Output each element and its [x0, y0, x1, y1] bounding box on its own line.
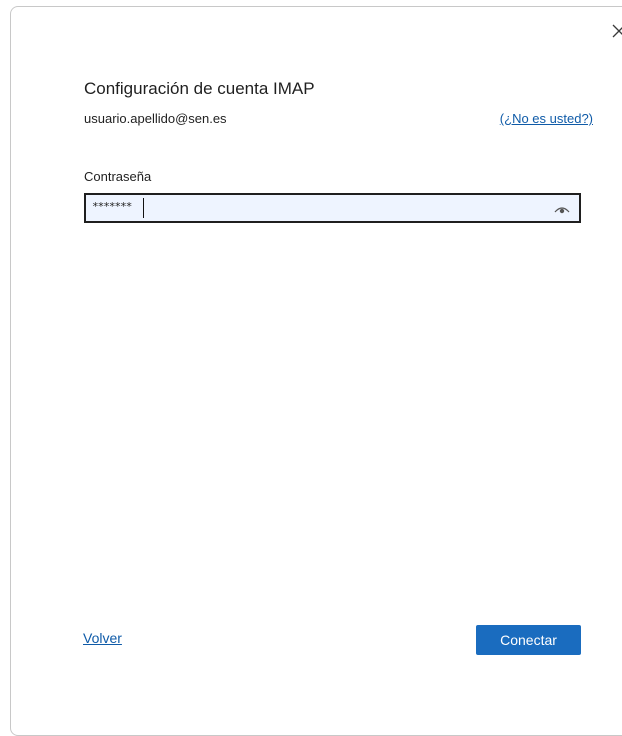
- back-link[interactable]: Volver: [83, 630, 122, 646]
- text-caret: [143, 198, 144, 218]
- password-label: Contraseña: [84, 169, 152, 184]
- not-you-link[interactable]: (¿No es usted?): [500, 111, 593, 126]
- password-field[interactable]: *******: [84, 193, 581, 223]
- reveal-password-button[interactable]: [553, 202, 571, 216]
- dialog-title: Configuración de cuenta IMAP: [84, 79, 315, 98]
- close-button[interactable]: [607, 19, 622, 43]
- eye-icon: [554, 207, 570, 214]
- connect-button[interactable]: Conectar: [476, 625, 581, 655]
- close-icon: [612, 24, 622, 38]
- account-email: usuario.apellido@sen.es: [84, 111, 227, 126]
- imap-setup-dialog: Configuración de cuenta IMAP usuario.ape…: [10, 6, 622, 736]
- password-value: *******: [92, 200, 132, 213]
